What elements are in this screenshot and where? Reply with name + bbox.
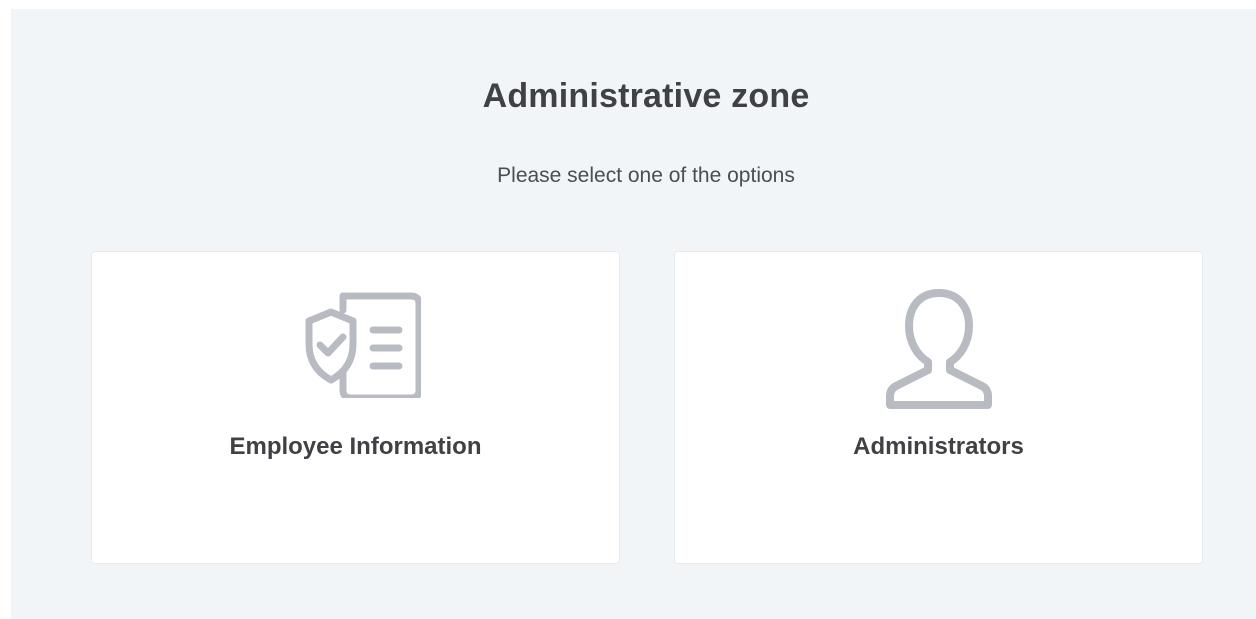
employee-information-card[interactable]: Employee Information bbox=[91, 251, 620, 564]
employee-information-label: Employee Information bbox=[229, 433, 482, 460]
administrators-card[interactable]: Administrators bbox=[674, 251, 1203, 564]
shield-document-icon bbox=[291, 288, 422, 403]
administrators-label: Administrators bbox=[853, 433, 1024, 460]
page-subtitle: Please select one of the options bbox=[497, 164, 795, 187]
user-icon bbox=[884, 288, 994, 415]
page-title: Administrative zone bbox=[482, 77, 810, 115]
